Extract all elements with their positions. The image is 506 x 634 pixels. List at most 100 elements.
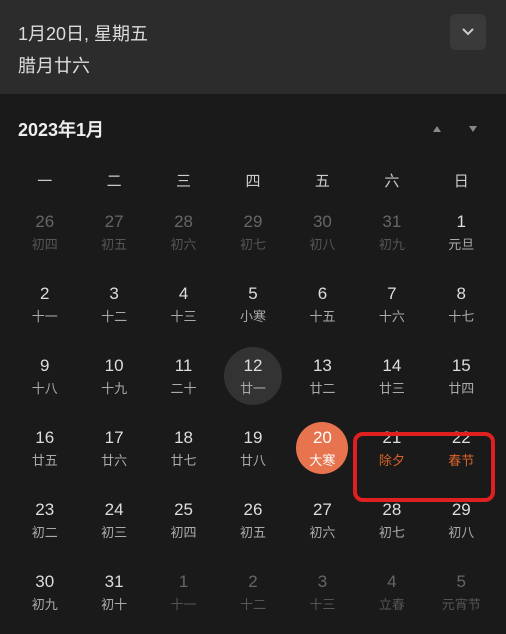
header-date: 1月20日, 星期五 [18, 20, 488, 46]
day-cell[interactable]: 9十八 [10, 343, 79, 409]
day-number: 26 [244, 500, 263, 520]
day-lunar: 廿五 [32, 450, 58, 469]
day-cell[interactable]: 2十二 [218, 559, 287, 625]
day-number: 30 [313, 212, 332, 232]
day-lunar: 春节 [448, 450, 474, 469]
day-lunar: 初十 [101, 594, 127, 613]
day-cell[interactable]: 8十七 [427, 271, 496, 337]
day-lunar: 大寒 [309, 450, 335, 469]
header-lunar: 腊月廿六 [18, 52, 488, 78]
day-lunar: 廿二 [309, 378, 335, 397]
day-lunar: 十九 [101, 378, 127, 397]
day-cell[interactable]: 21除夕 [357, 415, 426, 481]
day-cell[interactable]: 7 十六 [357, 271, 426, 337]
day-number: 7 [387, 284, 396, 304]
day-lunar: 十六 [379, 306, 405, 325]
day-lunar: 廿四 [448, 378, 474, 397]
day-cell[interactable]: 28初七 [357, 487, 426, 553]
day-lunar: 十五 [309, 306, 335, 325]
day-number: 24 [105, 500, 124, 520]
day-cell[interactable]: 26 初五 [218, 487, 287, 553]
calendar-grid: 26初四27初五28初六29初七30初八31初九1元旦2十一3十二4十三5小寒6… [0, 199, 506, 625]
day-number: 23 [35, 500, 54, 520]
day-number: 21 [382, 428, 401, 448]
day-cell[interactable]: 27初六 [288, 487, 357, 553]
day-cell[interactable]: 30 初八 [288, 199, 357, 265]
day-lunar: 十一 [171, 594, 197, 613]
day-number: 10 [105, 356, 124, 376]
day-cell[interactable]: 16 廿五 [10, 415, 79, 481]
day-lunar: 初四 [171, 522, 197, 541]
day-cell[interactable]: 22春节 [427, 415, 496, 481]
day-number: 3 [318, 572, 327, 592]
calendar-header: 1月20日, 星期五 腊月廿六 [0, 0, 506, 94]
day-cell[interactable]: 10 十九 [79, 343, 148, 409]
weekday-row: 一二三四五六日 [0, 158, 506, 199]
day-lunar: 初五 [101, 234, 127, 253]
day-number: 8 [457, 284, 466, 304]
day-number: 26 [35, 212, 54, 232]
day-cell[interactable]: 14廿三 [357, 343, 426, 409]
day-cell[interactable]: 1元旦 [427, 199, 496, 265]
day-cell[interactable]: 19廿八 [218, 415, 287, 481]
day-lunar: 十二 [240, 594, 266, 613]
day-number: 5 [457, 572, 466, 592]
day-number: 13 [313, 356, 332, 376]
day-cell[interactable]: 31初九 [357, 199, 426, 265]
day-cell[interactable]: 23初二 [10, 487, 79, 553]
day-lunar: 廿八 [240, 450, 266, 469]
day-lunar: 初五 [240, 522, 266, 541]
day-cell[interactable]: 29初七 [218, 199, 287, 265]
day-lunar: 小寒 [240, 306, 266, 325]
day-cell[interactable]: 24初三 [79, 487, 148, 553]
prev-month-button[interactable] [422, 114, 452, 144]
day-cell[interactable]: 17廿六 [79, 415, 148, 481]
day-cell[interactable]: 12廿一 [224, 347, 282, 405]
day-cell[interactable]: 11二十 [149, 343, 218, 409]
day-lunar: 十三 [171, 306, 197, 325]
day-cell[interactable]: 4十三 [149, 271, 218, 337]
day-number: 31 [382, 212, 401, 232]
day-cell[interactable]: 28 初六 [149, 199, 218, 265]
day-number: 28 [174, 212, 193, 232]
day-lunar: 廿六 [101, 450, 127, 469]
weekday-label: 一 [10, 170, 79, 191]
day-lunar: 初九 [32, 594, 58, 613]
day-number: 16 [35, 428, 54, 448]
day-number: 2 [40, 284, 49, 304]
day-cell[interactable]: 29 初八 [427, 487, 496, 553]
day-lunar: 廿一 [240, 378, 266, 397]
day-cell[interactable]: 3十二 [79, 271, 148, 337]
day-cell[interactable]: 13 廿二 [288, 343, 357, 409]
day-cell[interactable]: 27初五 [79, 199, 148, 265]
day-cell[interactable]: 4立春 [357, 559, 426, 625]
day-number: 20 [313, 428, 332, 448]
day-cell[interactable]: 25初四 [149, 487, 218, 553]
day-lunar: 十二 [101, 306, 127, 325]
day-lunar: 初八 [309, 234, 335, 253]
day-lunar: 初八 [448, 522, 474, 541]
chevron-down-icon [461, 25, 475, 39]
day-cell[interactable]: 5 元宵节 [427, 559, 496, 625]
day-cell[interactable]: 2十一 [10, 271, 79, 337]
day-number: 29 [244, 212, 263, 232]
day-cell[interactable]: 3十三 [288, 559, 357, 625]
day-lunar: 元宵节 [442, 594, 481, 613]
day-number: 5 [248, 284, 257, 304]
day-cell[interactable]: 20 大寒 [288, 415, 357, 481]
day-cell[interactable]: 30初九 [10, 559, 79, 625]
weekday-label: 日 [427, 170, 496, 191]
weekday-label: 四 [218, 170, 287, 191]
day-cell[interactable]: 5 小寒 [218, 271, 287, 337]
day-cell[interactable]: 31初十 [79, 559, 148, 625]
header-dropdown-button[interactable] [450, 14, 486, 50]
day-number: 4 [387, 572, 396, 592]
day-cell[interactable]: 1十一 [149, 559, 218, 625]
day-lunar: 初六 [171, 234, 197, 253]
day-cell[interactable]: 26初四 [10, 199, 79, 265]
day-cell[interactable]: 15廿四 [427, 343, 496, 409]
next-month-button[interactable] [458, 114, 488, 144]
day-number: 29 [452, 500, 471, 520]
day-cell[interactable]: 6十五 [288, 271, 357, 337]
day-cell[interactable]: 18廿七 [149, 415, 218, 481]
